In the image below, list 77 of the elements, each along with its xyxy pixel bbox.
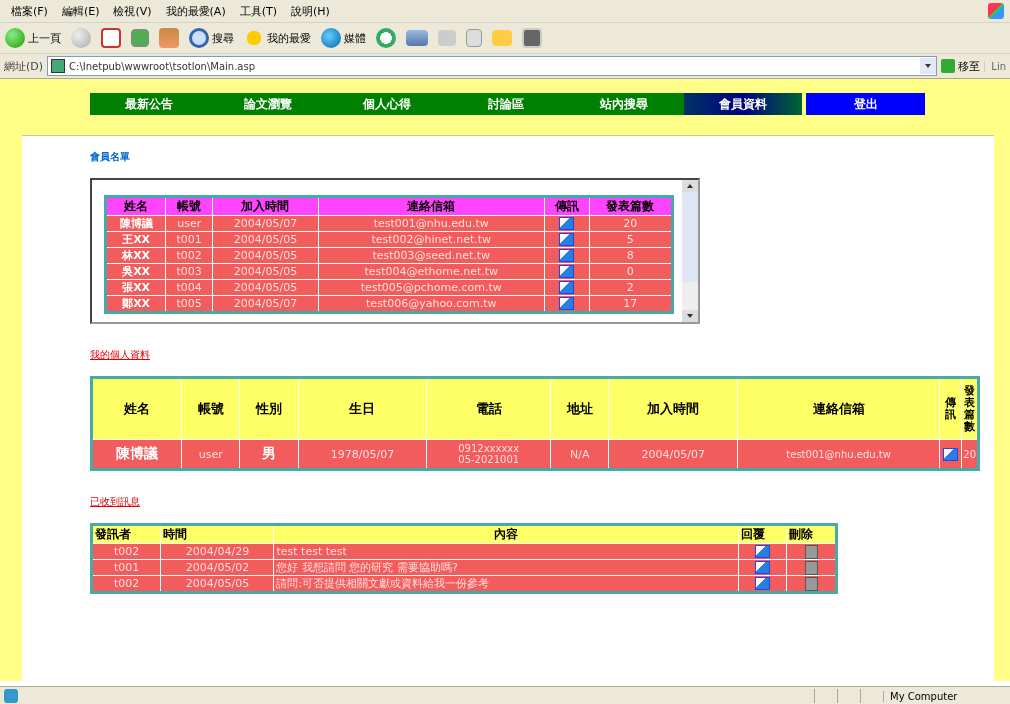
menu-item[interactable]: 檢視(V) bbox=[106, 3, 159, 19]
column-header: 姓名 bbox=[91, 377, 182, 440]
toolbar-button[interactable]: 上一頁 bbox=[2, 26, 64, 50]
message-icon[interactable] bbox=[755, 545, 771, 558]
menu-item[interactable]: 我的最愛(A) bbox=[158, 3, 233, 19]
windows-logo-icon bbox=[988, 3, 1004, 19]
toolbar-button[interactable]: 我的最愛 bbox=[241, 26, 314, 50]
nav-tab[interactable]: 論文瀏覽 bbox=[208, 93, 328, 115]
column-header: 連絡信箱 bbox=[318, 196, 545, 216]
section-title: 已收到訊息 bbox=[90, 495, 140, 509]
nav-tab[interactable]: 最新公告 bbox=[90, 93, 209, 115]
menu-item[interactable]: 工具(T) bbox=[232, 3, 284, 19]
delete-icon[interactable] bbox=[804, 576, 818, 591]
section-title: 我的個人資料 bbox=[90, 348, 150, 362]
table-cell: N/A bbox=[550, 439, 609, 470]
column-header: 加入時間 bbox=[608, 377, 738, 440]
message-icon[interactable] bbox=[559, 233, 575, 246]
column-header: 內容 bbox=[273, 524, 739, 544]
message-icon[interactable] bbox=[943, 447, 959, 461]
column-header: 刪除 bbox=[786, 524, 837, 544]
nav-tab[interactable]: 會員資料 bbox=[683, 93, 803, 115]
column-header: 姓名 bbox=[105, 196, 166, 216]
column-header: 帳號 bbox=[165, 196, 213, 216]
nav-tab[interactable]: 討論區 bbox=[446, 93, 565, 115]
zone-label: My Computer bbox=[883, 690, 1010, 702]
table-cell: 2004/05/07 bbox=[608, 439, 738, 470]
column-header: 發訊者 bbox=[91, 524, 161, 544]
table-cell-text: 05-2021001 bbox=[457, 454, 521, 465]
menu-item[interactable]: 檔案(F) bbox=[4, 3, 55, 19]
address-text: C:\Inetpub\wwwroot\tsotlon\Main.asp bbox=[69, 60, 256, 72]
message-icon[interactable] bbox=[559, 217, 575, 230]
column-header: 帳號 bbox=[181, 377, 240, 440]
message-icon[interactable] bbox=[559, 297, 575, 310]
table-cell: test001@nhu.edu.tw bbox=[737, 439, 940, 470]
column-header: 傳訊 bbox=[939, 377, 962, 440]
menu-item[interactable]: 說明(H) bbox=[284, 3, 337, 19]
message-icon[interactable] bbox=[559, 281, 575, 294]
table-cell-text: 0912xxxxxx bbox=[457, 443, 521, 454]
table-cell: 男 bbox=[239, 439, 299, 470]
go-button[interactable]: 移至 bbox=[941, 58, 981, 74]
column-header: 發表篇數 bbox=[589, 196, 673, 216]
column-header: 性別 bbox=[239, 377, 299, 440]
toolbar-button[interactable]: 搜尋 bbox=[186, 26, 237, 50]
address-field[interactable]: C:\Inetpub\wwwroot\tsotlon\Main.asp bbox=[47, 56, 938, 76]
column-header: 加入時間 bbox=[212, 196, 319, 216]
scroll-bar[interactable] bbox=[682, 180, 698, 322]
table-cell: 陳博議 bbox=[91, 439, 182, 470]
delete-icon[interactable] bbox=[804, 560, 818, 575]
nav-tab[interactable]: 個人心得 bbox=[327, 93, 447, 115]
nav-tab[interactable]: 登出 bbox=[806, 93, 926, 115]
message-icon[interactable] bbox=[755, 577, 771, 590]
column-header: 時間 bbox=[160, 524, 274, 544]
column-header: 生日 bbox=[298, 377, 427, 440]
globe-icon bbox=[321, 28, 341, 48]
column-header: 地址 bbox=[550, 377, 609, 440]
delete-icon[interactable] bbox=[804, 544, 818, 559]
column-header: 傳訊 bbox=[544, 196, 589, 216]
back-icon bbox=[5, 28, 25, 48]
table-cell: user bbox=[181, 439, 240, 470]
address-label: 網址(D) bbox=[4, 58, 44, 74]
section-title: 會員名單 bbox=[90, 150, 130, 164]
search-icon bbox=[189, 28, 209, 48]
links-label[interactable]: Lin bbox=[984, 60, 1006, 72]
scroll-down-icon[interactable] bbox=[687, 314, 693, 318]
toolbar-button[interactable]: 媒體 bbox=[318, 26, 369, 50]
dropdown-icon[interactable] bbox=[925, 64, 932, 68]
column-header: 回覆 bbox=[738, 524, 787, 544]
column-header: 電話 bbox=[426, 377, 551, 440]
nav-tab[interactable]: 站內搜尋 bbox=[564, 93, 684, 115]
scroll-up-icon[interactable] bbox=[687, 184, 693, 188]
column-header: 連絡信箱 bbox=[737, 377, 940, 440]
message-icon[interactable] bbox=[559, 265, 575, 278]
table-cell: 1978/05/07 bbox=[298, 439, 427, 470]
message-icon[interactable] bbox=[559, 249, 575, 262]
menu-item[interactable]: 編輯(E) bbox=[54, 3, 107, 19]
message-icon[interactable] bbox=[755, 561, 771, 574]
history-icon[interactable] bbox=[376, 28, 396, 48]
